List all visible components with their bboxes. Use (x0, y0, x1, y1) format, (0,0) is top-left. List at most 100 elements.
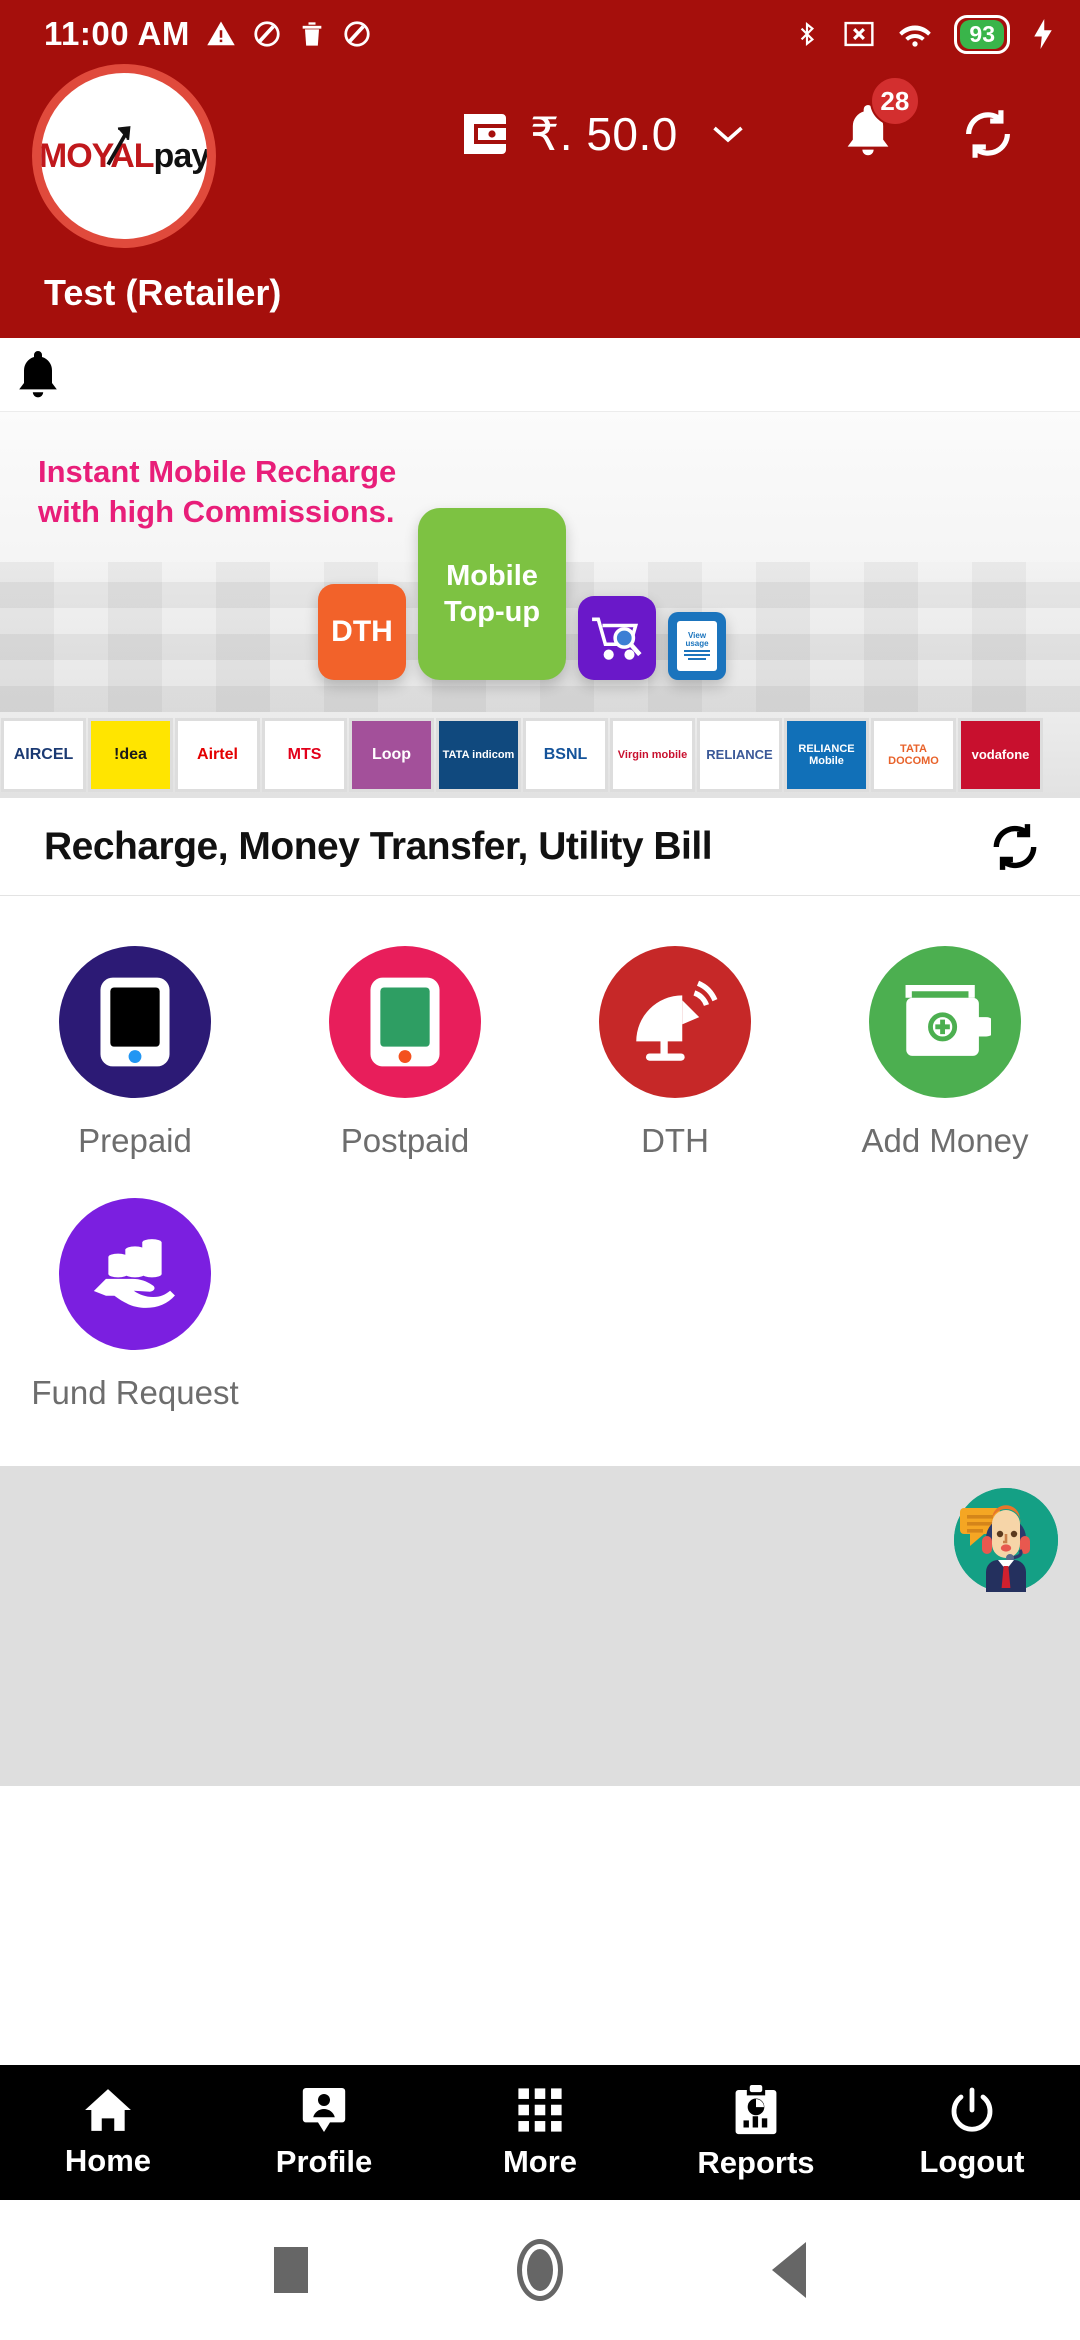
operator-logo: Airtel (175, 718, 260, 792)
notification-strip[interactable] (0, 338, 1080, 412)
block-icon (254, 21, 280, 47)
service-tile-add-money[interactable]: Add Money (810, 924, 1080, 1176)
operator-logo: Virgin mobile (610, 718, 695, 792)
hand-coins-icon (93, 1239, 175, 1308)
block-icon (344, 21, 370, 47)
operator-logo-label: TATA DOCOMO (888, 742, 939, 767)
operator-logo-strip: AIRCEL !dea Airtel MTS Loop TATA indicom BSNL V… (0, 712, 1080, 798)
service-tile-label: Add Money (861, 1122, 1029, 1159)
operator-logo-label: !dea (114, 746, 147, 764)
nav-label-more: More (502, 2143, 578, 2179)
home-circle-icon[interactable] (516, 2239, 563, 2301)
operator-logo: TATA indicom (436, 718, 521, 792)
service-tile-dth[interactable]: DTH (540, 924, 810, 1176)
retailer-name: Test (Retailer) (44, 272, 282, 313)
operator-logo-label: TATA indicom (442, 748, 515, 761)
status-bar-right: 93 (794, 14, 1054, 54)
banner-tile-dth[interactable]: DTH (318, 584, 406, 680)
customer-support-button[interactable] (954, 1488, 1058, 1592)
back-triangle-icon[interactable] (771, 2242, 806, 2298)
operator-logo-label: MTS (287, 746, 322, 764)
nav-label-reports: Reports (697, 2144, 815, 2180)
promo-banner[interactable]: Instant Mobile Recharge with high Commis… (0, 412, 1080, 712)
service-tile-prepaid[interactable]: Prepaid (0, 924, 270, 1176)
wallet-amount: ₹. 50.0 (530, 107, 678, 160)
refresh-icon[interactable] (988, 820, 1042, 874)
status-time: 11:00 AM (44, 15, 190, 52)
hand-coins-icon-container (59, 1198, 211, 1350)
bottom-navigation: Home Profile More Reports Logout (0, 2065, 1080, 2200)
satellite-dish-icon (636, 980, 718, 1061)
logo-wordmark: MOYALpay (41, 125, 210, 176)
mobile-phone-icon (370, 977, 440, 1067)
services-grid: Prepaid Postpaid DTH Add Money Fund Request (0, 896, 1080, 1466)
app-header: MOYALpay ₹. 50.0 28 Test (Retailer) (0, 64, 1080, 338)
profile-person-icon (302, 2087, 346, 2132)
operator-logo-label: AIRCEL (13, 746, 74, 764)
app-logo[interactable]: MOYALpay (32, 64, 216, 248)
wifi-icon (899, 25, 932, 47)
recents-square-icon[interactable] (274, 2247, 309, 2293)
wallet-plus-icon-container (869, 946, 1021, 1098)
battery-percent: 93 (969, 20, 995, 47)
banner-headline-line1: Instant Mobile Recharge (38, 454, 397, 489)
banner-tile-shop[interactable] (578, 596, 656, 680)
status-bar-left: 11:00 AM (44, 15, 372, 53)
service-tile-label: Prepaid (78, 1122, 192, 1159)
wallet-icon (464, 113, 506, 154)
operator-logo-label: Loop (371, 746, 412, 764)
operator-logo: RELIANCE (697, 718, 782, 792)
content-placeholder-area (0, 1466, 1080, 1786)
nav-item-home[interactable]: Home (0, 2087, 216, 2179)
status-bar: 11:00 AM 93 (0, 0, 1080, 68)
android-navigation-bar (0, 2200, 1080, 2340)
notification-badge: 28 (869, 76, 920, 126)
nav-label-logout: Logout (919, 2143, 1025, 2179)
wallet-plus-icon (905, 984, 991, 1056)
mobile-phone-icon-container (329, 946, 481, 1098)
bell-icon[interactable] (14, 348, 62, 402)
nav-label-home: Home (64, 2142, 152, 2178)
operator-logo: BSNL (523, 718, 608, 792)
service-tile-fund-request[interactable]: Fund Request (0, 1176, 270, 1428)
service-tile-label: DTH (641, 1122, 709, 1159)
operator-logo: RELIANCE Mobile (784, 718, 869, 792)
wallet-balance-button[interactable]: ₹. 50.0 (460, 107, 746, 161)
logo-part-pay: pay (153, 136, 210, 175)
shopping-cart-search-icon (592, 617, 642, 660)
bluetooth-icon (801, 21, 815, 47)
service-tile-label: Postpaid (340, 1122, 470, 1159)
operator-logo: TATA DOCOMO (871, 718, 956, 792)
operator-logo: !dea (88, 718, 173, 792)
header-actions: ₹. 50.0 28 (460, 76, 1060, 165)
charging-bolt-icon (1034, 19, 1052, 49)
refresh-icon[interactable] (960, 106, 1016, 162)
services-section-header: Recharge, Money Transfer, Utility Bill (0, 798, 1080, 896)
notifications-button[interactable]: 28 (842, 76, 920, 165)
grid-dots-icon (518, 2087, 562, 2132)
banner-tiles: DTH Mobile Top-up View usage (318, 508, 726, 680)
mobile-phone-icon-container (59, 946, 211, 1098)
operator-logo: Loop (349, 718, 434, 792)
banner-tile-mobile-topup[interactable]: Mobile Top-up (418, 508, 566, 680)
nav-item-reports[interactable]: Reports (648, 2084, 864, 2181)
banner-tile-view-usage-label: View usage (685, 631, 709, 648)
operator-logo-label: BSNL (543, 746, 588, 764)
section-title: Recharge, Money Transfer, Utility Bill (44, 824, 713, 868)
operator-logo-label: Airtel (197, 746, 238, 764)
service-tile-postpaid[interactable]: Postpaid (270, 924, 540, 1176)
trash-icon (302, 22, 322, 46)
banner-tile-mobile-topup-label: Mobile Top-up (443, 559, 541, 628)
operator-logo: vodafone (958, 718, 1043, 792)
chevron-down-icon[interactable] (710, 122, 746, 146)
banner-tile-view-usage[interactable]: View usage (668, 612, 726, 680)
nav-item-profile[interactable]: Profile (216, 2086, 432, 2180)
battery-indicator: 93 (954, 14, 1010, 54)
nav-item-more[interactable]: More (432, 2086, 648, 2180)
nav-item-logout[interactable]: Logout (864, 2086, 1080, 2180)
satellite-dish-icon-container (599, 946, 751, 1098)
power-icon (951, 2087, 993, 2132)
operator-logo-label: RELIANCE Mobile (798, 742, 855, 767)
service-tile-label: Fund Request (31, 1374, 239, 1411)
arrow-up-icon (106, 125, 131, 165)
